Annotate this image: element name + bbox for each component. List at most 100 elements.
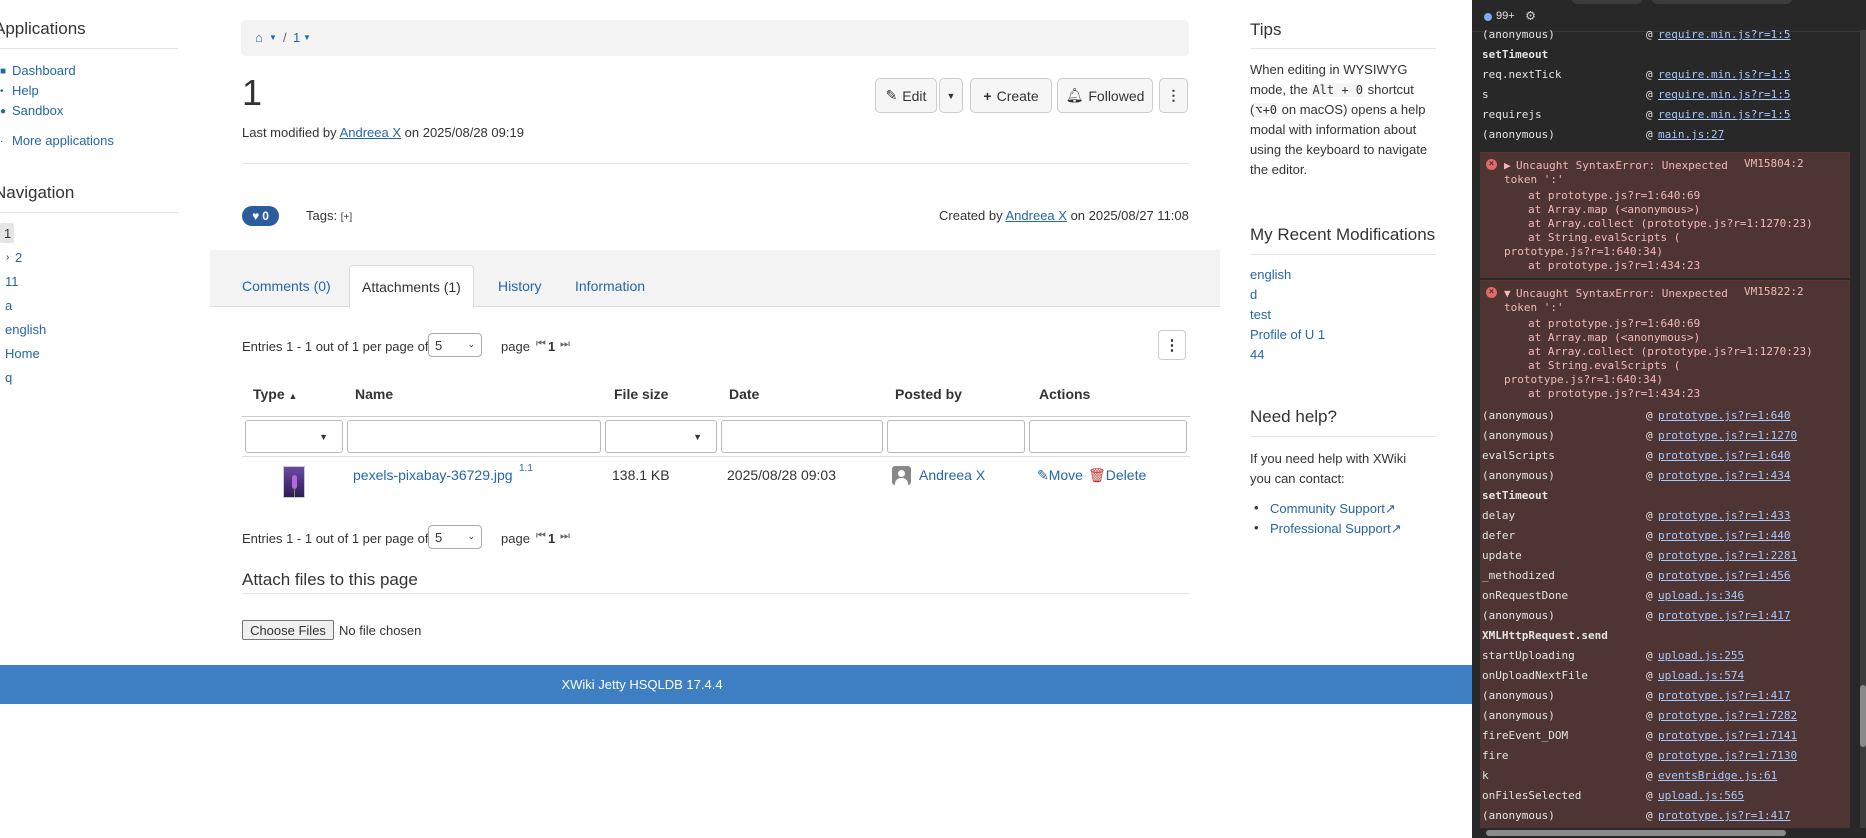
console-error[interactable]: × ▶ Uncaught SyntaxError: Unexpected VM1… [1480, 152, 1850, 278]
nav-item-q[interactable]: q [5, 370, 12, 385]
first-page-icon[interactable]: ⏮︎ [536, 338, 546, 351]
col-posted-by[interactable]: Posted by [895, 386, 962, 402]
like-button[interactable]: ♥ 0 [242, 206, 279, 226]
chevron-right-icon[interactable]: › [6, 252, 9, 263]
stack-frame-link[interactable]: prototype.js?r=1:7141 [1658, 729, 1797, 742]
chevron-down-icon[interactable]: ▼ [269, 33, 277, 42]
choose-files-button[interactable]: Choose Files [242, 620, 334, 640]
stack-frame-link[interactable]: prototype.js?r=1:434 [1658, 469, 1790, 482]
stack-frame-link[interactable]: prototype.js?r=1:1270 [1658, 429, 1797, 442]
stack-frame-link[interactable]: prototype.js?r=1:640 [1658, 449, 1790, 462]
edit-button[interactable]: ✎ Edit [875, 78, 937, 113]
move-action[interactable]: ✎Move [1037, 467, 1083, 484]
created-user-link[interactable]: Andreea X [1006, 208, 1067, 223]
stack-frame-link[interactable]: prototype.js?r=1:417 [1658, 809, 1790, 822]
devtools-scrollbar[interactable] [1860, 30, 1866, 828]
error-source-link[interactable]: VM15822:2 [1744, 285, 1804, 298]
stack-frame-link[interactable]: require.min.js?r=1:5 [1658, 108, 1790, 121]
last-modified-user-link[interactable]: Andreea X [340, 125, 401, 140]
stack-frame-link[interactable]: prototype.js?r=1:417 [1658, 609, 1790, 622]
nav-item-2[interactable]: 2 [15, 250, 22, 265]
stack-frame-link[interactable]: require.min.js?r=1:5 [1658, 68, 1790, 81]
stack-frame-link[interactable]: prototype.js?r=1:456 [1658, 569, 1790, 582]
stack-frame-link[interactable]: require.min.js?r=1:5 [1658, 28, 1790, 41]
recent-item[interactable]: 44 [1250, 347, 1264, 362]
followed-button[interactable]: 🔔︎ Followed [1057, 78, 1153, 113]
message-count-badge[interactable]: 99+ [1496, 10, 1515, 22]
recent-item[interactable]: Profile of U 1 [1250, 327, 1325, 342]
per-page-select[interactable]: 5 ⌄ [428, 333, 482, 357]
stack-frame-link[interactable]: prototype.js?r=1:417 [1658, 689, 1790, 702]
expand-triangle-icon[interactable]: ▶ [1504, 159, 1511, 172]
col-date[interactable]: Date [729, 386, 759, 402]
error-source-link[interactable]: VM15804:2 [1744, 157, 1804, 170]
attachment-version[interactable]: 1.1 [519, 463, 533, 474]
col-file-size[interactable]: File size [614, 386, 668, 402]
stack-frame-link[interactable]: prototype.js?r=1:7130 [1658, 749, 1797, 762]
per-page-select[interactable]: 5 ⌄ [428, 525, 482, 549]
nav-item-a[interactable]: a [5, 298, 12, 313]
stack-frame-link[interactable]: upload.js:346 [1658, 589, 1744, 602]
stack-frame-link[interactable]: require.min.js?r=1:5 [1658, 88, 1790, 101]
stack-frame-link[interactable]: upload.js:574 [1658, 669, 1744, 682]
tab-history[interactable]: History [486, 265, 554, 307]
app-link-sandbox[interactable]: Sandbox [12, 103, 63, 118]
chevron-down-icon[interactable]: ▼ [303, 33, 311, 42]
home-icon[interactable]: ⌂ [255, 30, 263, 45]
page-number[interactable]: 1 [548, 531, 555, 546]
type-filter[interactable]: ▼ [245, 420, 343, 453]
stack-frame-link[interactable]: prototype.js?r=1:433 [1658, 509, 1790, 522]
nav-item-english[interactable]: english [5, 322, 46, 337]
edit-dropdown-button[interactable]: ▼ [939, 78, 963, 113]
stack-frame-link[interactable]: prototype.js?r=1:2281 [1658, 549, 1797, 562]
col-name[interactable]: Name [355, 386, 393, 402]
stack-frame-link[interactable]: eventsBridge.js:61 [1658, 769, 1777, 782]
col-type[interactable]: Type ▲ [253, 386, 297, 402]
stack-frame-link[interactable]: prototype.js?r=1:640 [1658, 409, 1790, 422]
app-link-dashboard[interactable]: Dashboard [12, 63, 76, 78]
more-actions-button[interactable]: ⋮ [1159, 78, 1188, 113]
app-link-help[interactable]: Help [12, 83, 39, 98]
tab-comments[interactable]: Comments (0) [230, 265, 343, 307]
stack-frame-link[interactable]: prototype.js?r=1:440 [1658, 529, 1790, 542]
size-filter[interactable]: ▼ [605, 420, 717, 453]
stack-frame-link[interactable]: upload.js:255 [1658, 649, 1744, 662]
page-number[interactable]: 1 [548, 339, 555, 354]
toolbar-filter[interactable] [1572, 0, 1642, 4]
horizontal-scrollbar-thumb[interactable] [1486, 830, 1786, 836]
date-filter-input[interactable] [721, 420, 883, 453]
nav-item-11[interactable]: 11 [5, 274, 19, 289]
toolbar-search[interactable] [1652, 0, 1792, 4]
name-filter-input[interactable] [347, 420, 601, 453]
error-stack-line[interactable]: prototype.js?r=1:640:34) [1504, 373, 1663, 386]
stack-frame-link[interactable]: upload.js:565 [1658, 789, 1744, 802]
community-support-link[interactable]: Community Support↗ [1270, 501, 1396, 517]
tab-information[interactable]: Information [563, 265, 657, 307]
scrollbar-thumb[interactable] [1860, 685, 1866, 747]
professional-support-link[interactable]: Professional Support↗ [1270, 521, 1402, 537]
more-applications-link[interactable]: More applications [12, 133, 114, 148]
stack-frame-link[interactable]: prototype.js?r=1:7282 [1658, 709, 1797, 722]
last-page-icon[interactable]: ⏭︎ [560, 338, 570, 351]
console-error[interactable]: × ▼ Uncaught SyntaxError: Unexpected VM1… [1480, 280, 1850, 406]
posted-by-filter-input[interactable] [887, 420, 1025, 453]
attachment-name-link[interactable]: pexels-pixabay-36729.jpg [353, 467, 513, 483]
recent-item[interactable]: d [1250, 287, 1257, 302]
nav-item-home[interactable]: Home [5, 346, 40, 361]
recent-item[interactable]: test [1250, 307, 1271, 322]
nav-item-1[interactable]: 1 [4, 226, 11, 241]
table-options-button[interactable]: ⋮ [1158, 330, 1186, 360]
stack-frame-link[interactable]: main.js:27 [1658, 128, 1724, 141]
tab-attachments[interactable]: Attachments (1) [349, 265, 474, 308]
recent-item[interactable]: english [1250, 267, 1291, 282]
add-tag-link[interactable]: [+] [341, 212, 352, 223]
last-page-icon[interactable]: ⏭︎ [560, 530, 570, 543]
actions-filter-input[interactable] [1029, 420, 1187, 453]
first-page-icon[interactable]: ⏮︎ [536, 530, 546, 543]
delete-action[interactable]: 🗑︎Delete [1088, 467, 1146, 484]
create-button[interactable]: + Create [970, 78, 1052, 113]
breadcrumb-current[interactable]: 1 [293, 30, 300, 45]
attachment-thumbnail[interactable] [283, 466, 305, 498]
posted-by-link[interactable]: Andreea X [919, 467, 985, 483]
error-stack-line[interactable]: prototype.js?r=1:640:34) [1504, 245, 1663, 258]
